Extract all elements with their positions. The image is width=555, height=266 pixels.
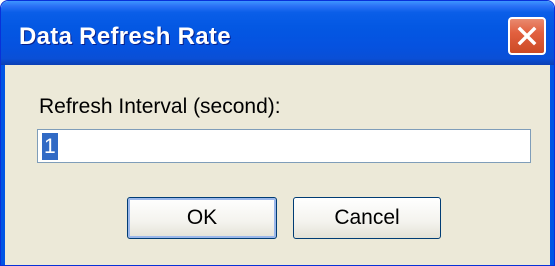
close-button[interactable] xyxy=(508,17,546,55)
window-title: Data Refresh Rate xyxy=(19,23,231,50)
ok-button[interactable]: OK xyxy=(127,197,277,239)
close-icon xyxy=(515,24,539,48)
dialog-content: Refresh Interval (second): 1 OK Cancel xyxy=(5,65,550,265)
window-border-right xyxy=(550,65,554,265)
dialog-window: Data Refresh Rate Refresh Interval (seco… xyxy=(0,0,555,266)
refresh-interval-value: 1 xyxy=(42,133,58,160)
refresh-interval-label: Refresh Interval (second): xyxy=(39,95,281,118)
refresh-interval-input[interactable]: 1 xyxy=(37,129,531,163)
title-bar[interactable]: Data Refresh Rate xyxy=(1,1,554,65)
cancel-button[interactable]: Cancel xyxy=(293,197,441,239)
